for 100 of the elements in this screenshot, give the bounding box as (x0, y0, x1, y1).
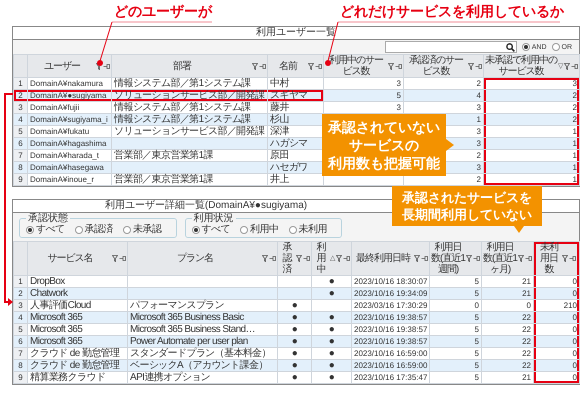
table-cell: 0 (534, 336, 580, 348)
pin-icon[interactable] (315, 64, 322, 68)
filter-icon[interactable] (468, 62, 474, 70)
table-cell: 22 (482, 312, 534, 324)
radio-label[interactable]: すべて (202, 224, 230, 235)
table-cell: 0 (534, 360, 580, 372)
filter-icon[interactable] (414, 255, 420, 262)
table-cell: 5 (430, 336, 482, 348)
filter-icon[interactable] (296, 255, 302, 262)
filter-icon[interactable] (388, 62, 394, 70)
radio-label[interactable]: 未利用 (298, 224, 327, 235)
row-number: 6 (14, 336, 28, 348)
row-number: 3 (14, 300, 28, 312)
table-cell: クラウド de 勤怠管理 (28, 360, 128, 372)
table-cell: 5 (430, 360, 482, 372)
pin-icon[interactable] (103, 64, 110, 68)
group-legend: 利用状況 (192, 213, 236, 224)
pin-icon[interactable] (421, 256, 428, 261)
column-label[interactable]: 未承認で利用中のサービス数 (485, 55, 557, 77)
pin-icon[interactable] (303, 256, 310, 261)
radio-label[interactable]: 利用中 (250, 224, 278, 235)
filter-icon[interactable] (308, 62, 314, 70)
row-number: 1 (14, 276, 28, 288)
search-icon[interactable] (506, 42, 515, 52)
table-cell: 2023/10/16 19:38:57 (352, 336, 430, 348)
row-number: 6 (14, 138, 28, 150)
table-cell: ベーシックA（アカウント課金） (128, 360, 278, 372)
table-cell: 5 (430, 372, 482, 384)
group-legend: 承認状態 (26, 213, 70, 224)
radio-button[interactable] (192, 226, 200, 234)
row-number: 7 (14, 150, 28, 162)
table-cell: 2023/10/16 19:38:57 (352, 312, 430, 324)
table-cell: Microsoft 365 Business Basic (128, 312, 278, 324)
table-cell: ● (278, 372, 312, 384)
row-number: 2 (14, 90, 28, 102)
pin-icon[interactable] (475, 64, 482, 68)
table-cell: 3 (484, 78, 580, 90)
filter-icon[interactable] (262, 255, 268, 262)
row-number: 4 (14, 114, 28, 126)
pin-icon[interactable] (571, 64, 578, 68)
pin-icon[interactable] (473, 256, 480, 261)
radio-label[interactable]: 承認済 (84, 224, 113, 235)
filter-icon[interactable] (562, 255, 568, 262)
row-number: 1 (14, 78, 28, 90)
table-cell: 2 (484, 90, 580, 102)
table-cell: 1 (484, 162, 580, 174)
table-cell: 0 (534, 288, 580, 300)
table-cell: Chatwork (28, 288, 128, 300)
table-cell: 5 (324, 90, 404, 102)
table-cell: 0 (534, 372, 580, 384)
table-cell: 2 (484, 114, 580, 126)
row-number: 8 (14, 162, 28, 174)
table-cell: API連携オプション (128, 372, 278, 384)
table-cell: DomainA¥inoue_r (28, 174, 112, 186)
filter-icon[interactable] (252, 62, 258, 70)
radio-button[interactable] (288, 226, 296, 234)
filter-icon[interactable] (466, 255, 472, 262)
radio-label[interactable]: すべて (36, 224, 64, 235)
table-cell: Microsoft 365 (28, 312, 128, 324)
annotation-text: どれだけサービスを利用しているか (340, 3, 564, 20)
table-cell: 4 (404, 90, 484, 102)
pin-icon[interactable] (119, 256, 126, 261)
pin-icon[interactable] (395, 64, 402, 68)
table-cell: ● (312, 372, 352, 384)
row-number: 5 (14, 126, 28, 138)
row-number: 2 (14, 288, 28, 300)
column-label[interactable]: 利用中 (313, 242, 329, 275)
radio-button[interactable] (240, 226, 248, 234)
radio-button[interactable] (552, 43, 560, 51)
table-cell: 22 (482, 360, 534, 372)
radio-label[interactable]: 未承認 (133, 224, 162, 235)
table-cell: DomainA¥sugiyama_i (28, 114, 112, 126)
row-number: 8 (14, 360, 28, 372)
table-cell: ソリューションサービス部／開発課 (112, 90, 268, 102)
pin-icon[interactable] (269, 256, 276, 261)
pin-icon[interactable] (259, 64, 266, 68)
filter-icon[interactable] (336, 255, 342, 262)
radio-button[interactable] (123, 226, 131, 234)
table-cell: DomainA¥●sugiyama (28, 90, 112, 102)
table-cell: 5 (430, 288, 482, 300)
filter-icon[interactable] (518, 255, 524, 262)
table-cell: Power Automate per user plan (128, 336, 278, 348)
pin-icon[interactable] (569, 256, 576, 261)
filter-icon[interactable] (96, 62, 102, 70)
filter-icon[interactable] (112, 255, 118, 262)
radio-button[interactable] (522, 43, 530, 51)
row-number: 3 (14, 102, 28, 114)
table-cell: 精算業務クラウド (28, 372, 128, 384)
filter-icon[interactable] (564, 62, 570, 70)
radio-button[interactable] (26, 226, 34, 234)
table-cell: 2023/10/16 16:59:00 (352, 360, 430, 372)
row-number: 4 (14, 312, 28, 324)
table-cell: 0 (534, 312, 580, 324)
search-field[interactable] (384, 41, 517, 53)
table-cell: 5 (430, 312, 482, 324)
pin-icon[interactable] (343, 256, 350, 261)
radio-button[interactable] (74, 226, 82, 234)
row-number: 7 (14, 348, 28, 360)
pin-icon[interactable] (525, 256, 532, 261)
table-cell: 1 (484, 174, 580, 186)
